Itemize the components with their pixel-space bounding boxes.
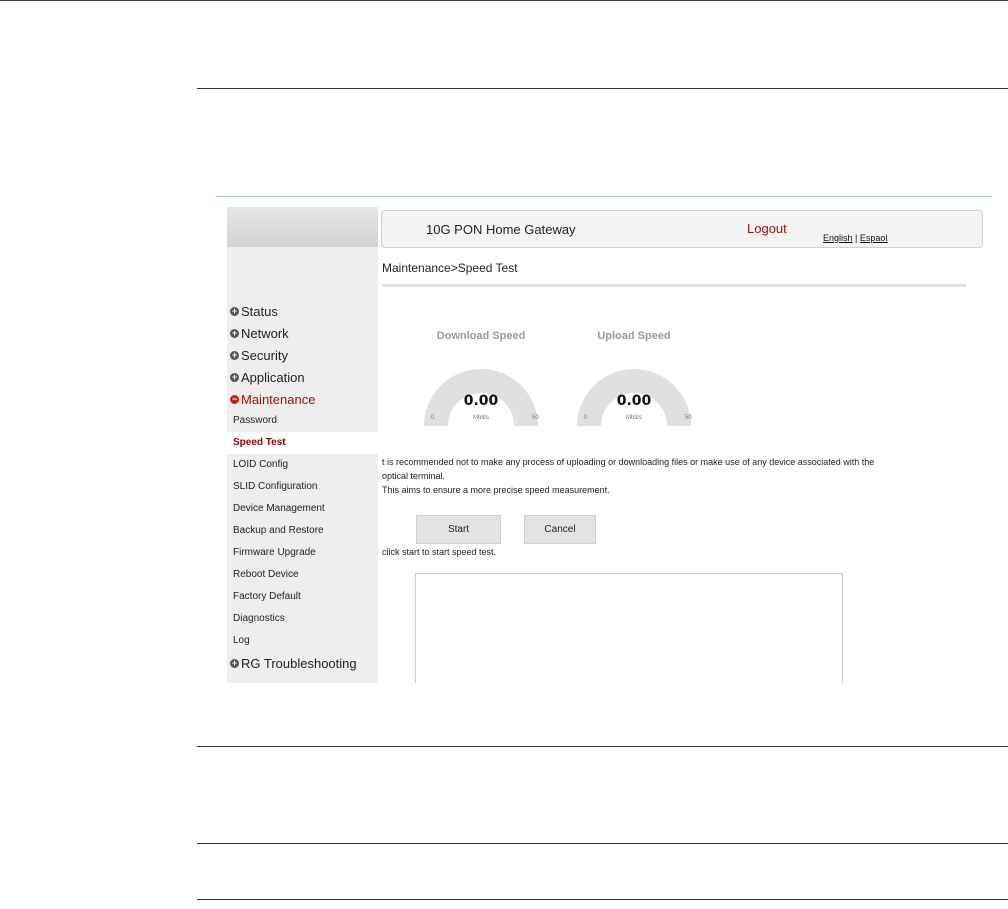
language-english-link[interactable]: English xyxy=(823,233,853,243)
gauge-title: Download Speed xyxy=(436,330,526,342)
cancel-button[interactable]: Cancel xyxy=(524,515,596,544)
sidebar-item-network[interactable]: + Network xyxy=(227,322,378,344)
gauge-max-label: 50 xyxy=(685,415,692,421)
submenu-password[interactable]: Password xyxy=(227,410,378,432)
language-espanol-link[interactable]: Espaol xyxy=(860,233,888,243)
router-ui-screenshot: + Status + Network + Security + Applicat… xyxy=(216,193,992,683)
top-header: 10G PON Home Gateway Logout English | Es… xyxy=(381,210,983,248)
gauge-value: 0.00 xyxy=(463,393,499,409)
document-rule xyxy=(197,843,1008,844)
logout-link[interactable]: Logout xyxy=(747,221,787,236)
start-button[interactable]: Start xyxy=(416,515,501,544)
browser-top-line xyxy=(216,196,992,197)
expand-plus-icon[interactable]: + xyxy=(230,350,239,360)
sidebar-item-application[interactable]: + Application xyxy=(227,366,378,388)
submenu-backup-restore[interactable]: Backup and Restore xyxy=(227,520,378,542)
gauge-unit-label: Mbit/s xyxy=(625,415,642,421)
gauge-title: Upload Speed xyxy=(597,330,671,342)
start-hint: click start to start speed test. xyxy=(382,547,497,557)
submenu-reboot-device[interactable]: Reboot Device xyxy=(227,564,378,586)
collapse-minus-icon[interactable]: − xyxy=(230,394,239,404)
submenu-loid-config[interactable]: LOID Config xyxy=(227,454,378,476)
note-line: optical terminal. xyxy=(382,471,446,481)
expand-plus-icon[interactable]: + xyxy=(230,328,239,338)
note-line: t is recommended not to make any process… xyxy=(382,457,875,467)
language-switcher: English | Espaol xyxy=(823,233,887,243)
sidebar-item-label: Network xyxy=(241,325,289,341)
sidebar-header xyxy=(227,207,378,247)
submenu-device-management[interactable]: Device Management xyxy=(227,498,378,520)
sidebar-item-status[interactable]: + Status xyxy=(227,300,378,322)
language-separator: | xyxy=(855,233,858,243)
sidebar-item-label: Application xyxy=(241,369,305,385)
gauge-max-label: 50 xyxy=(532,415,539,421)
submenu-firmware-upgrade[interactable]: Firmware Upgrade xyxy=(227,542,378,564)
document-rule xyxy=(197,746,1008,747)
sidebar-menu: + Status + Network + Security + Applicat… xyxy=(227,300,378,674)
sidebar-item-security[interactable]: + Security xyxy=(227,344,378,366)
upload-speed-gauge: Upload Speed 0.00 0 Mbit/s 50 xyxy=(569,330,699,427)
breadcrumb: Maintenance>Speed Test xyxy=(382,261,518,275)
document-rule xyxy=(197,899,1008,900)
submenu-diagnostics[interactable]: Diagnostics xyxy=(227,608,378,630)
sidebar: + Status + Network + Security + Applicat… xyxy=(227,207,378,683)
speed-test-note: t is recommended not to make any process… xyxy=(382,455,982,497)
sidebar-item-rg-troubleshooting[interactable]: + RG Troubleshooting xyxy=(227,652,378,674)
submenu-log[interactable]: Log xyxy=(227,630,378,652)
sidebar-item-maintenance[interactable]: − Maintenance xyxy=(227,388,378,410)
submenu-slid-configuration[interactable]: SLID Configuration xyxy=(227,476,378,498)
gauge-unit-label: Mbit/s xyxy=(472,415,489,421)
expand-plus-icon[interactable]: + xyxy=(230,372,239,382)
submenu-speed-test[interactable]: Speed Test xyxy=(227,432,378,454)
expand-plus-icon[interactable]: + xyxy=(230,306,239,316)
content-divider xyxy=(382,284,966,287)
speed-test-result-box[interactable] xyxy=(415,573,843,683)
sidebar-item-label: Security xyxy=(241,347,288,363)
app-title: 10G PON Home Gateway xyxy=(426,222,576,237)
sidebar-item-label: Status xyxy=(241,303,278,319)
page-top-rule xyxy=(0,0,1008,1)
expand-plus-icon[interactable]: + xyxy=(230,658,239,668)
download-speed-gauge: Download Speed 0.00 0 Mbit/s 50 xyxy=(416,330,546,427)
gauge-value: 0.00 xyxy=(616,393,652,409)
submenu-factory-default[interactable]: Factory Default xyxy=(227,586,378,608)
note-line: This aims to ensure a more precise speed… xyxy=(382,485,610,495)
sidebar-item-label: RG Troubleshooting xyxy=(241,655,357,671)
document-rule xyxy=(197,88,1008,89)
sidebar-item-label: Maintenance xyxy=(241,391,316,407)
